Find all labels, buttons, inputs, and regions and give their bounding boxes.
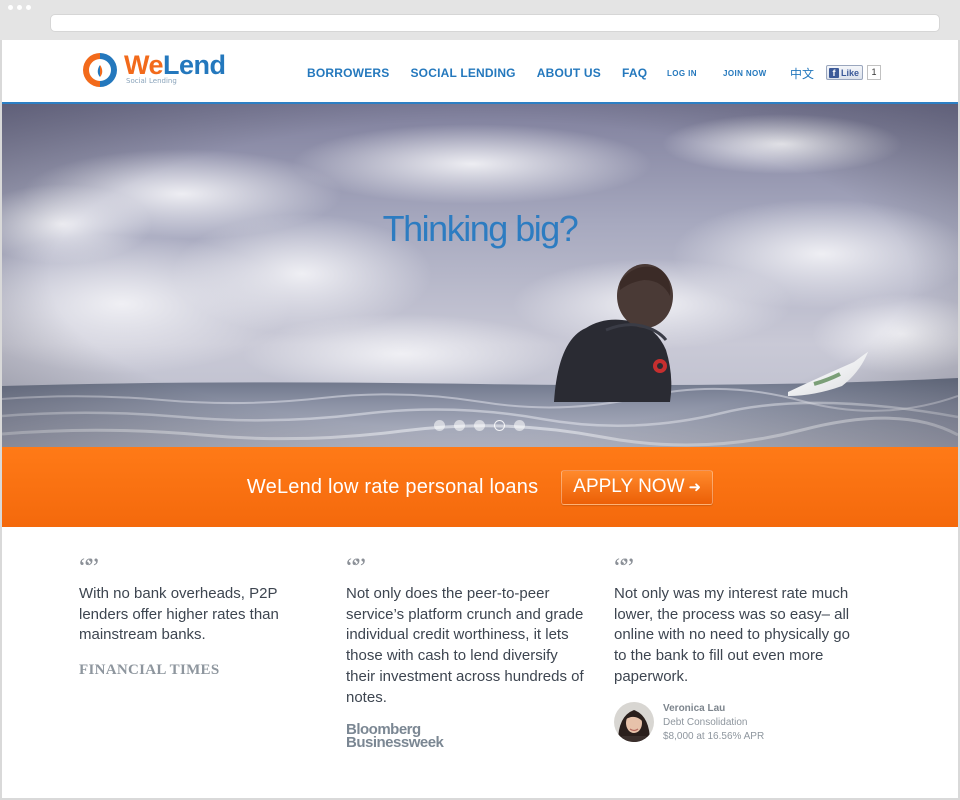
main-nav: BORROWERS SOCIAL LENDING ABOUT US FAQ (307, 66, 647, 80)
carousel-dots (434, 420, 525, 431)
brand-name-we: We (124, 50, 164, 80)
facebook-like-count: 1 (867, 65, 882, 80)
testimonial-card: “” Not only was my interest rate much lo… (614, 553, 859, 744)
facebook-like-label: Like (841, 67, 860, 78)
carousel-dot[interactable] (514, 420, 525, 431)
author-loan-amount: $8,000 at 16.56% APR (663, 730, 765, 742)
browser-chrome (0, 0, 960, 40)
welend-logo-icon (83, 53, 117, 87)
brand-name-lend: Lend (163, 50, 226, 80)
promo-band: WeLend low rate personal loans APPLY NOW… (2, 447, 958, 527)
bloomberg-businessweek-logo: Bloomberg Businessweek (346, 722, 591, 752)
promo-text: WeLend low rate personal loans (246, 475, 539, 498)
join-now-link[interactable]: JOIN NOW (723, 69, 767, 78)
testimonial-card: “” With no bank overheads, P2P lenders o… (79, 553, 324, 679)
arrow-right-icon: ➜ (688, 479, 702, 496)
financial-times-logo: FINANCIAL TIMES (79, 662, 220, 679)
author-loan-purpose: Debt Consolidation (663, 716, 748, 728)
hero-banner: Thinking big? (2, 104, 958, 447)
avatar-photo (614, 701, 654, 742)
bloomberg-logo-line2: Businessweek (346, 734, 444, 752)
carousel-dot[interactable] (434, 420, 445, 431)
carousel-dot[interactable] (454, 420, 465, 431)
hero-title: Thinking big? (382, 208, 579, 249)
testimonial-quote: With no bank overheads, P2P lenders offe… (79, 585, 279, 644)
facebook-like-button[interactable]: f Like (826, 65, 864, 80)
address-bar[interactable] (50, 14, 940, 32)
login-link[interactable]: LOG IN (667, 69, 697, 78)
nav-about-us[interactable]: ABOUT US (537, 66, 601, 80)
page: WeLend Social Lending BORROWERS SOCIAL L… (2, 40, 958, 798)
testimonial-quote: Not only was my interest rate much lower… (614, 585, 850, 685)
logo[interactable]: WeLend Social Lending (80, 50, 226, 90)
author-name: Veronica Lau (663, 702, 726, 714)
nav-borrowers[interactable]: BORROWERS (307, 66, 389, 80)
language-switch[interactable]: 中文 (790, 65, 814, 82)
testimonial-quote: Not only does the peer-to-peer service’s… (346, 585, 584, 706)
carousel-dot-active[interactable] (494, 420, 505, 431)
account-nav: LOG IN JOIN NOW (667, 69, 767, 78)
window-controls[interactable] (8, 5, 31, 10)
window-dot-icon[interactable] (26, 5, 31, 10)
avatar (614, 701, 654, 742)
testimonial-card: “” Not only does the peer-to-peer servic… (346, 553, 591, 752)
brand-name: WeLend (124, 51, 226, 79)
apply-now-button[interactable]: APPLY NOW ➜ (561, 469, 714, 505)
apply-now-label: APPLY NOW (573, 476, 685, 497)
quote-icon: “” (346, 553, 366, 582)
facebook-like: f Like 1 (826, 65, 882, 80)
carousel-dot[interactable] (474, 420, 485, 431)
window-dot-icon[interactable] (17, 5, 22, 10)
testimonials: “” With no bank overheads, P2P lenders o… (2, 527, 958, 797)
quote-icon: “” (79, 553, 99, 582)
window-dot-icon[interactable] (8, 5, 13, 10)
nav-social-lending[interactable]: SOCIAL LENDING (410, 66, 515, 80)
facebook-icon: f (829, 67, 839, 78)
testimonial-author: Veronica Lau Debt Consolidation $8,000 a… (614, 701, 859, 744)
nav-faq[interactable]: FAQ (622, 66, 647, 80)
site-header: WeLend Social Lending BORROWERS SOCIAL L… (2, 40, 958, 104)
quote-icon: “” (614, 553, 634, 582)
surfer-ocean-image (2, 104, 958, 447)
